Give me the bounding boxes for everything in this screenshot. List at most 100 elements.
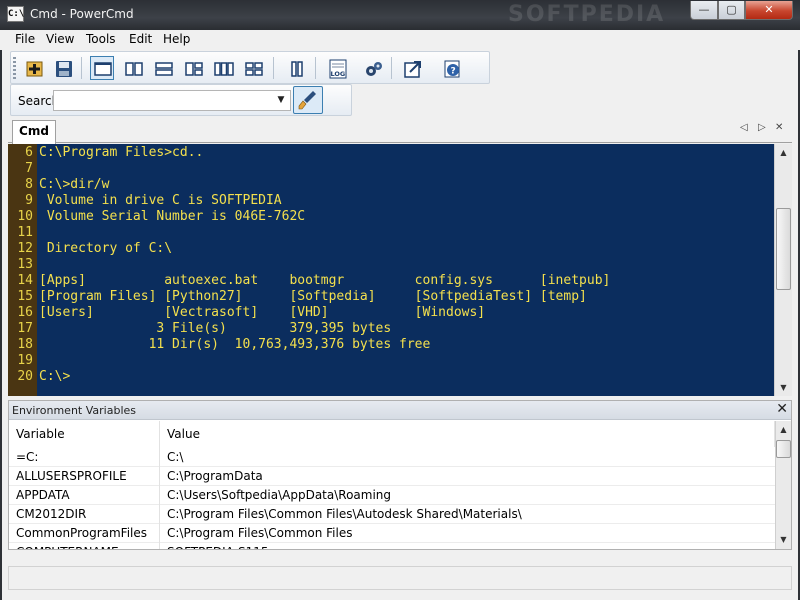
line-number: 19	[17, 353, 33, 368]
env-panel-header: Environment Variables ✕	[9, 401, 791, 420]
window-frame-left	[0, 30, 2, 600]
table-row[interactable]: =C: C:\	[9, 448, 775, 467]
layout-two-row-icon[interactable]	[151, 56, 175, 80]
window-title: Cmd - PowerCmd	[30, 7, 134, 21]
menu-help[interactable]: Help	[163, 32, 190, 46]
console-line: 19	[8, 353, 774, 369]
console-line-text: [Program Files] [Python27] [Softpedia] […	[39, 289, 587, 304]
layout-four-grid-icon[interactable]	[241, 56, 265, 80]
menu-tools[interactable]: Tools	[86, 32, 116, 46]
pause-icon[interactable]	[284, 56, 308, 80]
layout-single-icon[interactable]	[90, 56, 114, 80]
console-line: 13	[8, 257, 774, 273]
value-cell: SOFTPEDIA-S115	[167, 543, 767, 549]
line-number: 9	[25, 193, 33, 208]
toolbar-grip[interactable]	[13, 57, 16, 79]
line-number: 18	[17, 337, 33, 352]
value-cell: C:\Program Files\Common Files	[167, 526, 353, 540]
line-number: 15	[17, 289, 33, 304]
console-line: 7	[8, 161, 774, 177]
value-cell: C:\Program Files\Common Files\Autodesk S…	[167, 507, 522, 521]
layout-two-column-icon[interactable]	[121, 56, 145, 80]
menu-bar: File View Tools Edit Help	[0, 30, 800, 50]
title-bar[interactable]: C:\ Cmd - PowerCmd SOFTPEDIA — ▢ ✕	[0, 0, 800, 30]
console-line-text: Volume Serial Number is 046E-762C	[39, 209, 306, 224]
value-cell: C:\Users\Softpedia\AppData\Roaming	[167, 488, 392, 502]
layout-left-split-icon[interactable]	[181, 56, 205, 80]
tab-scroll-right-icon[interactable]: ▷	[758, 122, 766, 133]
console-output[interactable]: 6 C:\Program Files>cd.. 7 8 C:\>dir/w 9 Volum…	[8, 144, 792, 396]
variable-cell: ALLUSERSPROFILE	[16, 469, 127, 483]
table-row[interactable]: ALLUSERSPROFILE C:\ProgramData	[9, 467, 775, 486]
status-bar	[8, 566, 792, 590]
minimize-button[interactable]: —	[690, 1, 718, 20]
export-icon[interactable]	[400, 56, 424, 80]
console-scrollbar[interactable]: ▲ ▼	[774, 144, 792, 396]
chevron-down-icon[interactable]: ▼	[274, 91, 288, 110]
column-header-variable[interactable]: Variable	[9, 421, 160, 447]
table-row[interactable]: APPDATA C:\Users\Softpedia\AppData\Roamin…	[9, 486, 775, 505]
env-scroll-thumb[interactable]	[776, 440, 791, 458]
toolbar-separator	[81, 57, 82, 79]
help-icon[interactable]: ?	[439, 56, 463, 80]
menu-edit[interactable]: Edit	[129, 32, 152, 46]
line-number: 6	[25, 145, 33, 160]
line-number: 12	[17, 241, 33, 256]
table-row[interactable]: COMPUTERNAME SOFTPEDIA-S115	[9, 543, 775, 549]
menu-file[interactable]: File	[15, 32, 35, 46]
env-scrollbar[interactable]: ▲ ▼	[775, 421, 791, 549]
console-line-text: [Apps] autoexec.bat bootmgr config.sys […	[39, 273, 611, 288]
console-line: 6 C:\Program Files>cd..	[8, 145, 774, 161]
main-toolbar: LOG ?	[10, 51, 490, 84]
table-row[interactable]: CommonProgramFiles C:\Program Files\Commo…	[9, 524, 775, 543]
console-line: 10 Volume Serial Number is 046E-762C	[8, 209, 774, 225]
console-line: 9 Volume in drive C is SOFTPEDIA	[8, 193, 774, 209]
env-panel-close-icon[interactable]: ✕	[776, 401, 788, 417]
console-line: 12 Directory of C:\	[8, 241, 774, 257]
column-header-value[interactable]: Value	[160, 421, 775, 447]
search-input[interactable]	[56, 92, 271, 109]
scroll-down-icon[interactable]: ▼	[776, 379, 791, 396]
scroll-down-icon[interactable]: ▼	[776, 531, 791, 548]
session-tab-bar: Cmd ◁ ▷ ✕	[8, 117, 792, 144]
toolbar-separator	[391, 57, 392, 79]
save-icon[interactable]	[51, 56, 75, 80]
settings-gears-icon[interactable]	[361, 56, 385, 80]
console-line-text: [Users] [Vectrasoft] [VHD] [Windows]	[39, 305, 486, 320]
layout-three-column-icon[interactable]	[211, 56, 235, 80]
variable-cell: CM2012DIR	[16, 507, 87, 521]
console-line: 17 3 File(s) 379,395 bytes	[8, 321, 774, 337]
tab-close-icon[interactable]: ✕	[775, 122, 783, 133]
console-line: 11	[8, 225, 774, 241]
close-button[interactable]: ✕	[745, 1, 793, 20]
line-number: 7	[25, 161, 33, 176]
line-number: 14	[17, 273, 33, 288]
env-panel-title: Environment Variables	[12, 404, 137, 417]
app-icon[interactable]: C:\	[7, 6, 24, 22]
line-number: 17	[17, 321, 33, 336]
search-combo[interactable]: ▼	[53, 90, 291, 111]
console-line-text: 3 File(s) 379,395 bytes	[39, 321, 392, 336]
environment-variables-panel: Environment Variables ✕ Variable Value =…	[8, 400, 792, 550]
menu-view[interactable]: View	[46, 32, 74, 46]
line-number: 11	[17, 225, 33, 240]
variable-cell: APPDATA	[16, 488, 70, 502]
value-cell: C:\ProgramData	[167, 469, 263, 483]
tab-scroll-left-icon[interactable]: ◁	[740, 122, 748, 133]
table-row[interactable]: CM2012DIR C:\Program Files\Common Files\A…	[9, 505, 775, 524]
console-scroll-thumb[interactable]	[776, 208, 791, 290]
toolbar-separator	[315, 57, 316, 79]
scroll-up-icon[interactable]: ▲	[776, 144, 791, 161]
value-cell: C:\	[167, 450, 184, 464]
maximize-button[interactable]: ▢	[718, 1, 745, 20]
scroll-up-icon[interactable]: ▲	[776, 421, 791, 438]
clear-highlight-button[interactable]	[293, 86, 323, 114]
console-line-text: C:\Program Files>cd..	[39, 145, 204, 160]
new-session-icon[interactable]	[22, 56, 46, 80]
console-line-text: C:\>	[39, 369, 71, 384]
line-number: 10	[17, 209, 33, 224]
tab-cmd[interactable]: Cmd	[12, 120, 56, 144]
log-icon[interactable]: LOG	[324, 56, 348, 80]
line-number: 13	[17, 257, 33, 272]
console-line-text: C:\>dir/w	[39, 177, 110, 192]
